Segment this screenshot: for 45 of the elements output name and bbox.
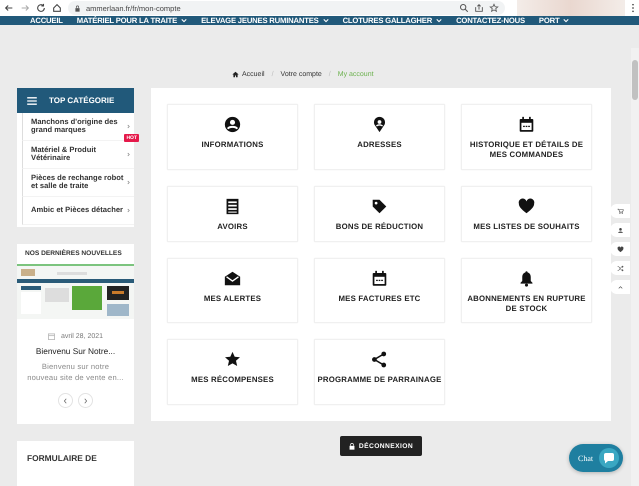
scrollbar-thumb[interactable]	[632, 60, 638, 100]
chevron-left-icon	[63, 398, 68, 404]
cart-icon	[616, 208, 624, 214]
zoom-icon[interactable]	[459, 3, 469, 13]
calendar-icon	[518, 116, 535, 133]
calendar-icon	[371, 270, 388, 287]
user-icon	[616, 226, 624, 234]
post-title-link[interactable]: Bienvenu Sur Notre...	[36, 346, 116, 356]
section-title: FORMULAIRE DE	[27, 453, 98, 463]
share-icon	[371, 351, 388, 368]
menu-icon[interactable]	[27, 96, 37, 104]
envelope-icon	[224, 270, 241, 287]
heart-icon	[518, 198, 535, 215]
lock-icon	[348, 442, 355, 450]
tag-icon	[371, 198, 388, 215]
home-icon	[232, 70, 239, 78]
heart-button[interactable]	[610, 242, 630, 256]
chevron-right-icon	[127, 152, 130, 156]
user-button[interactable]	[610, 223, 630, 237]
category-title: TOP CATÉGORIE	[49, 96, 114, 105]
chevron-right-icon	[127, 180, 130, 184]
map-pin-icon	[371, 116, 388, 133]
cart-button[interactable]	[610, 204, 630, 218]
lock-icon	[74, 4, 81, 12]
arrow-up-icon	[616, 284, 624, 290]
user-icon	[224, 116, 241, 133]
star-icon	[224, 351, 241, 368]
star-icon[interactable]	[489, 3, 499, 13]
chat-bubble-icon	[599, 448, 619, 468]
shuffle-button[interactable]	[610, 261, 630, 275]
more-icon[interactable]	[631, 3, 635, 13]
chevron-right-icon	[83, 398, 88, 404]
share-icon[interactable]	[474, 3, 484, 13]
scrollbar[interactable]	[631, 48, 639, 486]
chat-button[interactable]: Chat	[569, 444, 623, 472]
shuffle-icon	[616, 264, 624, 272]
back-icon[interactable]	[4, 3, 14, 13]
home-icon[interactable]	[52, 3, 62, 13]
calendar-icon	[48, 333, 55, 340]
bell-icon	[518, 270, 535, 287]
reload-icon[interactable]	[36, 3, 46, 13]
chevron-right-icon	[127, 124, 130, 128]
chevron-right-icon	[127, 208, 130, 212]
heart-icon	[616, 246, 624, 252]
document-icon	[224, 198, 241, 215]
